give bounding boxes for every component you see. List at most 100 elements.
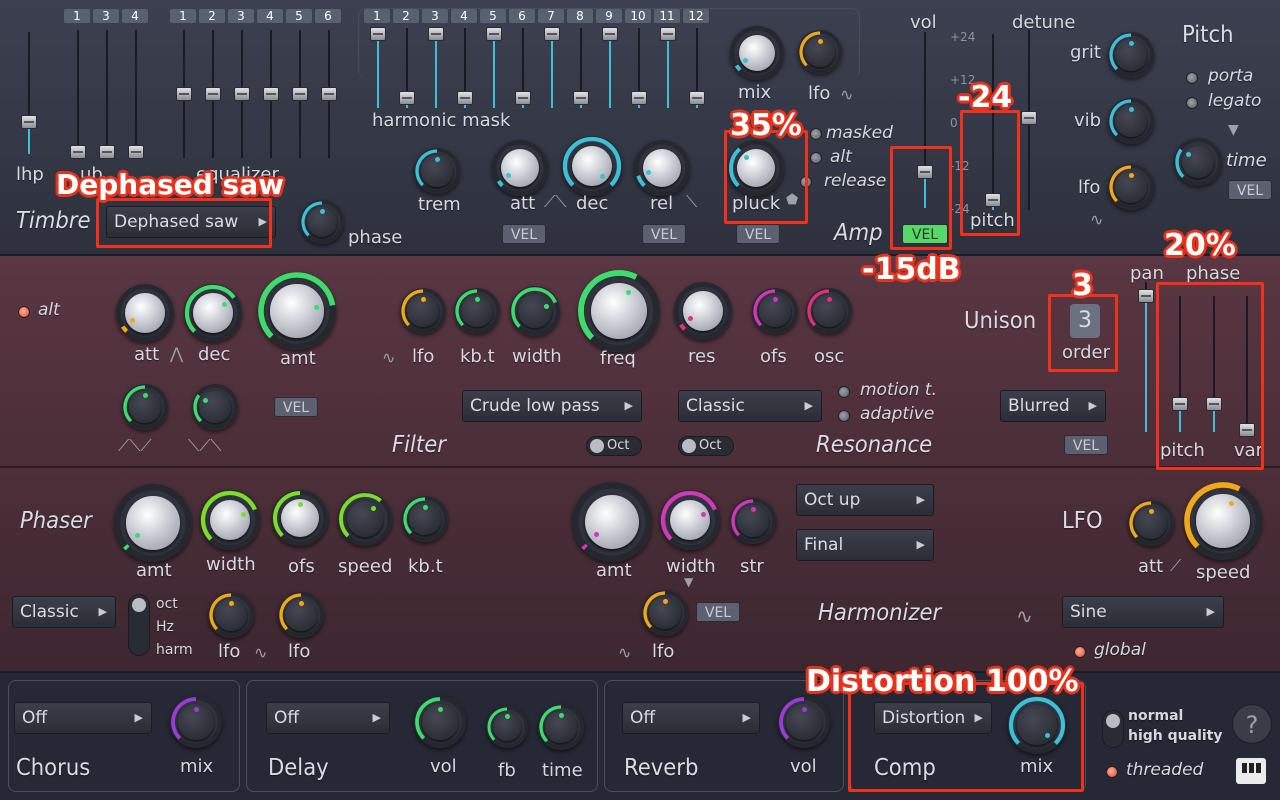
eq-slider-3-thumb[interactable]: [234, 87, 250, 101]
att-vel-button[interactable]: VEL: [502, 224, 546, 244]
eq-slider-6[interactable]: [321, 30, 337, 158]
vib-knob[interactable]: [1108, 98, 1154, 144]
harmonic-mask-slider-3[interactable]: [428, 27, 444, 108]
harmonic-mix-knob[interactable]: [730, 26, 784, 80]
harmonizer-amt-knob[interactable]: [572, 482, 652, 562]
resonance-type-dropdown[interactable]: Classic ▶: [678, 390, 822, 422]
filter-att-knob[interactable]: [116, 284, 174, 342]
unison-pan-slider-thumb[interactable]: [1138, 289, 1154, 303]
lhp-slider-thumb[interactable]: [21, 115, 37, 129]
unison-mode-dropdown[interactable]: Blurred ▶: [1000, 390, 1106, 422]
delay-fb-knob[interactable]: [486, 706, 528, 748]
eq-slider-2[interactable]: [205, 30, 221, 158]
unison-vel-button[interactable]: VEL: [1064, 435, 1108, 455]
harmonic-dec-knob[interactable]: [562, 136, 622, 196]
help-button[interactable]: ?: [1232, 704, 1272, 744]
harmonic-mask-slider-9-thumb[interactable]: [602, 27, 618, 41]
grit-knob[interactable]: [1108, 32, 1154, 78]
harmonic-mask-slider-6[interactable]: [515, 28, 531, 108]
filter-freq-knob[interactable]: [578, 270, 660, 352]
filter-shape-knob-1[interactable]: [122, 384, 168, 430]
phaser-mode-switch[interactable]: [128, 594, 150, 656]
harmonic-mask-slider-8[interactable]: [573, 28, 589, 108]
harmonic-mask-slider-12[interactable]: [689, 28, 705, 108]
filter-shape-knob-2[interactable]: [192, 384, 238, 430]
phaser-ofs-knob[interactable]: [272, 490, 328, 546]
quality-switch[interactable]: [1102, 710, 1124, 748]
harmonic-mask-slider-6-thumb[interactable]: [515, 91, 531, 105]
harmonic-lfo-knob[interactable]: [798, 30, 842, 74]
trem-knob[interactable]: [414, 148, 460, 194]
masked-radio[interactable]: [810, 128, 822, 140]
harmonic-att-knob[interactable]: [492, 140, 548, 196]
harmonic-mask-slider-1-thumb[interactable]: [370, 27, 386, 41]
harmonic-mask-slider-11[interactable]: [660, 27, 676, 108]
phase-knob[interactable]: [300, 200, 344, 244]
harmonic-mask-slider-4-thumb[interactable]: [457, 91, 473, 105]
phaser-speed-knob[interactable]: [338, 492, 392, 546]
phaser-kbt-knob[interactable]: [402, 496, 448, 542]
phaser-lfo-knob-1[interactable]: [208, 592, 254, 638]
reverb-vol-knob[interactable]: [778, 696, 830, 748]
lfo-shape-dropdown[interactable]: Sine ▶: [1062, 596, 1224, 628]
filter-width-knob[interactable]: [510, 286, 560, 336]
eq-slider-4-thumb[interactable]: [263, 87, 279, 101]
eq-slider-6-thumb[interactable]: [321, 87, 337, 101]
harmonic-mask-slider-4[interactable]: [457, 28, 473, 108]
sub-slider-2-thumb[interactable]: [99, 145, 115, 159]
harmonizer-lfo-knob[interactable]: [642, 590, 688, 636]
filter-kbt-knob[interactable]: [454, 288, 500, 334]
phaser-width-knob[interactable]: [200, 490, 260, 550]
collapse-arrow-icon[interactable]: ▼: [1228, 122, 1239, 138]
sub-slider-3-thumb[interactable]: [128, 145, 144, 159]
threaded-radio[interactable]: [1106, 766, 1118, 778]
eq-slider-5-thumb[interactable]: [292, 87, 308, 101]
pitch-vel-button[interactable]: VEL: [1228, 180, 1272, 200]
harmonic-mask-slider-9[interactable]: [602, 27, 618, 108]
harmonizer-mode-dropdown-1[interactable]: Oct up ▶: [796, 484, 934, 516]
porta-radio[interactable]: [1186, 72, 1198, 84]
reverb-type-dropdown[interactable]: Off ▶: [622, 702, 760, 734]
harmonic-mask-slider-7-thumb[interactable]: [544, 27, 560, 41]
harmonic-mask-slider-5-thumb[interactable]: [486, 27, 502, 41]
filter-lfo-knob[interactable]: [400, 288, 446, 334]
resonance-oct-toggle[interactable]: Oct: [678, 436, 734, 456]
lfo-global-radio[interactable]: [1074, 646, 1086, 658]
delay-type-dropdown[interactable]: Off ▶: [266, 702, 390, 734]
harmonic-mask-slider-2[interactable]: [399, 28, 415, 108]
harmonic-mask-slider-10[interactable]: [631, 28, 647, 108]
amp-detune-slider[interactable]: [1021, 30, 1037, 210]
filter-osc-knob[interactable]: [806, 288, 852, 334]
phaser-type-dropdown[interactable]: Classic ▶: [12, 596, 116, 628]
alt-radio[interactable]: [810, 152, 822, 164]
filter-alt-radio[interactable]: [18, 306, 30, 318]
harmonic-rel-knob[interactable]: [634, 140, 690, 196]
harmonizer-str-knob[interactable]: [730, 498, 776, 544]
amp-detune-slider-thumb[interactable]: [1021, 111, 1037, 125]
harmonic-mask-slider-5[interactable]: [486, 27, 502, 108]
adaptive-radio[interactable]: [838, 410, 850, 422]
chorus-type-dropdown[interactable]: Off ▶: [14, 702, 152, 734]
filter-amt-knob[interactable]: [258, 272, 336, 350]
harmonic-mask-slider-7[interactable]: [544, 27, 560, 108]
motion-t-radio[interactable]: [838, 386, 850, 398]
harmonic-mask-slider-3-thumb[interactable]: [428, 27, 444, 41]
eq-slider-3[interactable]: [234, 30, 250, 158]
expand-arrow-icon[interactable]: ▼: [684, 575, 693, 589]
harmonizer-width-knob[interactable]: [660, 490, 720, 550]
eq-slider-5[interactable]: [292, 30, 308, 158]
sub-slider-1[interactable]: [70, 30, 86, 159]
lfo-speed-knob[interactable]: [1184, 482, 1262, 560]
phaser-amt-knob[interactable]: [114, 484, 192, 562]
harmonic-mask-slider-1[interactable]: [370, 27, 386, 108]
filter-ofs-knob[interactable]: [752, 288, 798, 334]
unison-pan-slider[interactable]: [1138, 282, 1154, 432]
lfo-att-knob[interactable]: [1128, 500, 1174, 546]
sub-slider-2[interactable]: [99, 30, 115, 159]
filter-vel-button[interactable]: VEL: [274, 397, 318, 417]
harmonic-mask-slider-11-thumb[interactable]: [660, 27, 676, 41]
phaser-lfo-knob-2[interactable]: [278, 592, 324, 638]
harmonic-mask-slider-10-thumb[interactable]: [631, 91, 647, 105]
harmonic-mask-slider-8-thumb[interactable]: [573, 91, 589, 105]
delay-vol-knob[interactable]: [414, 696, 466, 748]
